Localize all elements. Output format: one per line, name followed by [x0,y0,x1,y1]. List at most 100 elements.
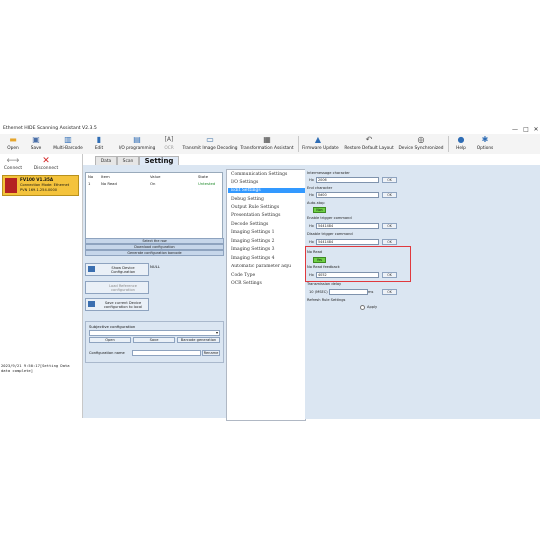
menu-item-imaging-1[interactable]: Imaging Settings 1 [231,230,274,235]
menu-item-code-type[interactable]: Code Type [231,273,255,278]
generate-configuration-barcode-button[interactable]: Generate configuration barcode [85,250,224,256]
device-sync-icon: ◎ [417,135,425,144]
edit-icon: ▮ [96,135,102,144]
enable-trigger-label: Enable trigger command [307,216,352,220]
window-title: Ethernet HIDE Scanning Assistant V2.3.5 [3,126,97,131]
connect-button[interactable]: ⟷ Connect [3,156,23,174]
firmware-update-button[interactable]: ▲ Firmware Update [302,134,339,154]
menu-item-communication[interactable]: Communication Settings [231,172,287,177]
auto-stop-toggle[interactable]: Non [313,207,326,213]
help-button[interactable]: ● Help [454,134,468,154]
transmission-delay-input[interactable] [329,289,368,295]
device-sync-label: Device Synchronized [398,146,444,151]
row-state: Untested [198,181,216,186]
help-icon: ● [457,135,465,144]
io-programming-button[interactable]: ▤ I/O programming [114,134,160,154]
ocr-button[interactable]: [A] OCR [162,134,176,154]
intermessage-input[interactable]: 2006 [316,177,379,183]
disable-trigger-ok-button[interactable]: OK [382,239,397,245]
refresh-rule-settings-label: Refresh Rule Settings [307,298,346,302]
multi-barcode-label: Multi-Barcode [53,146,83,151]
restore-layout-icon: ↶ [365,135,373,144]
transmission-delay-prefix: 10 (MSEC) [309,290,328,294]
disconnect-label: Disconnect [33,166,59,171]
edit-label: Edit [94,146,104,151]
ocr-label: OCR [164,146,174,151]
transformation-assistant-button[interactable]: ▦ Transformation Assistant [240,134,294,154]
transmission-delay-unit: ms [368,290,374,294]
settings-menu: Communication Settings I/O Settings Edit… [226,169,306,421]
scanner-device-icon [5,178,17,193]
device-connection-mode: Connection Mode: Ethernet [20,183,70,187]
device-config-icon [88,266,95,272]
end-character-input[interactable]: 0d00 [316,192,379,198]
menu-item-output-rule[interactable]: Output Rule Settings [231,205,279,210]
barcode-generation-button[interactable]: Barcode generation [177,337,220,343]
device-synchronized-button[interactable]: ◎ Device Synchronized [398,134,444,154]
end-character-label: End character [307,186,333,190]
apply-label: Apply [367,305,378,309]
configuration-name-label: Configuration name [89,351,125,355]
transmission-delay-ok-button[interactable]: OK [382,289,397,295]
restore-default-layout-button[interactable]: ↶ Restore Default Layout [344,134,394,154]
menu-item-presentation[interactable]: Presentation Settings [231,213,280,218]
intermessage-ok-button[interactable]: OK [382,177,397,183]
menu-item-imaging-4[interactable]: Imaging Settings 4 [231,256,274,261]
help-label: Help [456,146,466,151]
edit-button[interactable]: ▮ Edit [92,134,106,154]
disable-trigger-hex-label: Hx [309,240,314,244]
menu-item-edit[interactable]: Edit Settings [228,188,306,193]
configuration-table: No Item Value State 1 No Read On Unteste… [85,172,223,240]
minimize-button[interactable]: — [510,125,520,134]
options-label: Options [476,146,494,151]
end-character-ok-button[interactable]: OK [382,192,397,198]
options-button[interactable]: ✱ Options [476,134,494,154]
disable-trigger-label: Disable trigger command [307,232,353,236]
device-card[interactable]: FV100 V1.35A Connection Mode: Ethernet P… [2,175,79,196]
show-device-configuration-button[interactable]: Show Device Configuration [85,263,149,276]
apply-radio[interactable] [360,305,365,310]
multi-barcode-button[interactable]: ▥ Multi-Barcode [50,134,86,154]
transmit-image-icon: ▭ [206,135,214,144]
menu-item-ocr[interactable]: OCR Settings [231,281,262,286]
menu-item-automatic-parameter[interactable]: Automatic parameter adju [231,264,303,269]
maximize-button[interactable]: □ [521,125,531,134]
menu-item-decode[interactable]: Decode Settings [231,222,268,227]
subjective-configuration-group: Subjective configuration ▾ Open Save Bar… [85,321,224,363]
menu-item-io[interactable]: I/O Settings [231,180,258,185]
enable-trigger-input[interactable]: 5441484 [316,223,379,229]
menu-item-debug[interactable]: Debug Setting [231,197,264,202]
folder-icon: ▬ [9,135,17,144]
rename-button[interactable]: Rename [202,350,220,356]
save-config-icon [88,301,95,307]
configuration-name-input[interactable] [132,350,201,356]
firmware-update-label: Firmware Update [302,146,339,151]
row-value: On [150,181,156,186]
configuration-select[interactable]: ▾ [89,330,220,336]
save-label: Save [30,146,42,151]
disconnect-icon: ✕ [42,156,50,166]
transformation-label: Transformation Assistant [240,146,294,151]
menu-item-imaging-2[interactable]: Imaging Settings 2 [231,239,274,244]
device-model: FV100 V1.35A [20,177,54,182]
transformation-icon: ▦ [263,135,271,144]
enable-trigger-ok-button[interactable]: OK [382,223,397,229]
transmit-image-decoding-button[interactable]: ▭ Transmit Image Decoding [182,134,238,154]
open-button[interactable]: ▬ Open [4,134,22,154]
row-no: 1 [88,181,91,186]
disable-trigger-input[interactable]: 5441484 [316,239,379,245]
load-reference-configuration-button[interactable]: Load Reference configuration [85,281,149,294]
save-current-configuration-button[interactable]: Save current Device configuration to loc… [85,298,149,311]
io-programming-label: I/O programming [118,146,156,151]
open-configuration-button[interactable]: Open [89,337,131,343]
intermessage-hex-label: Hx [309,178,314,182]
menu-item-imaging-3[interactable]: Imaging Settings 3 [231,247,274,252]
disconnect-button[interactable]: ✕ Disconnect [32,156,60,174]
save-button[interactable]: ▣ Save [28,134,44,154]
load-reference-configuration-label: Load Reference configuration [109,284,137,292]
close-window-button[interactable]: ✕ [531,125,540,134]
chevron-down-icon: ▾ [215,330,218,335]
connect-label: Connect [3,166,23,171]
device-configuration-value: NULL [150,264,160,269]
save-configuration-button[interactable]: Save [133,337,175,343]
